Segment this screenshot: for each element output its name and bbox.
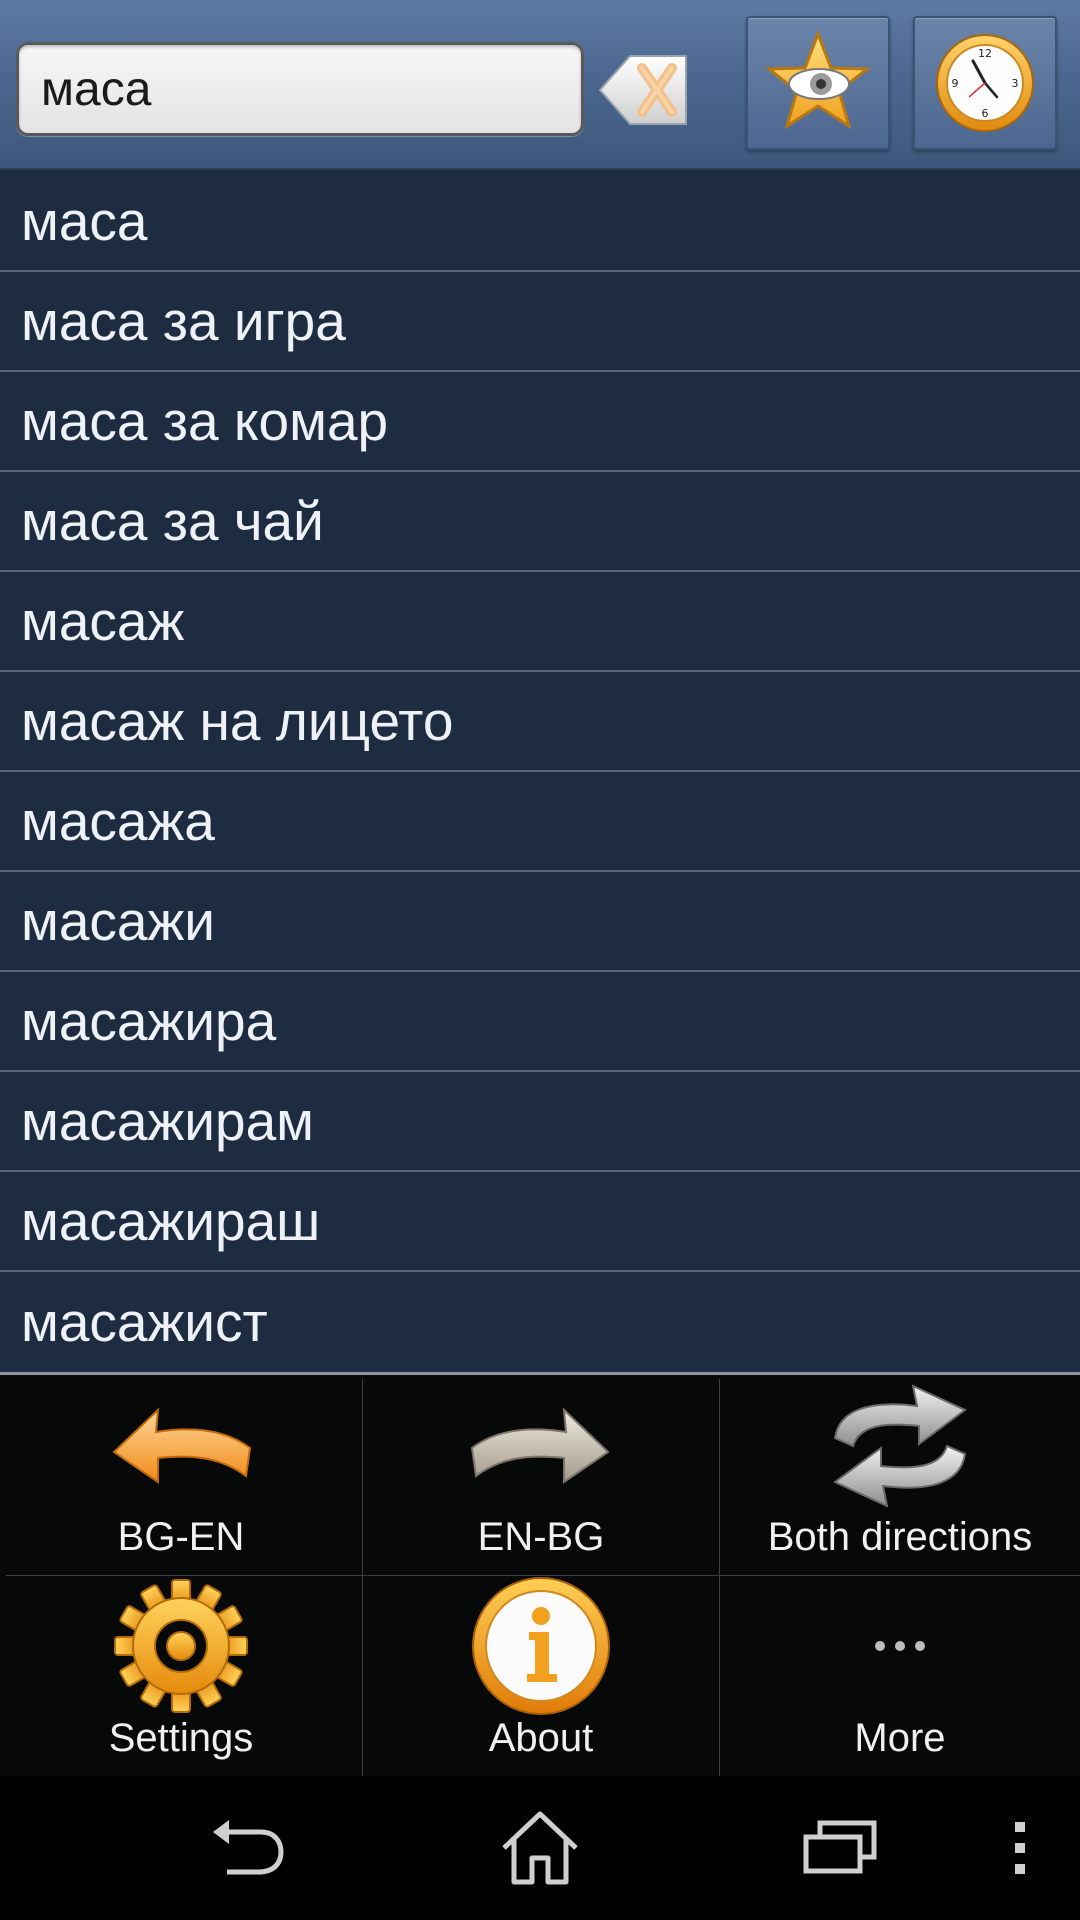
list-item[interactable]: масажирам: [0, 1072, 1080, 1172]
search-input[interactable]: [41, 61, 581, 117]
list-item[interactable]: масажа: [0, 772, 1080, 872]
list-item[interactable]: масажи: [0, 872, 1080, 972]
menu-label-about: About: [488, 1716, 594, 1760]
menu-item-en-bg[interactable]: EN-BG: [363, 1375, 719, 1575]
options-menu: BG-EN EN-BG Both directions Settings Abo…: [0, 1372, 1080, 1920]
arrow-left-icon: [112, 1407, 252, 1484]
list-item[interactable]: маса: [0, 172, 1080, 272]
search-box[interactable]: [16, 42, 584, 136]
info-icon: [472, 1577, 610, 1715]
menu-row-directions: BG-EN EN-BG Both directions: [0, 1375, 1080, 1775]
menu-row-app: Settings About More: [0, 1576, 1080, 1920]
overflow-menu-icon: [1015, 1822, 1025, 1874]
menu-label-bg-en: BG-EN: [117, 1515, 245, 1559]
back-icon: [213, 1820, 284, 1875]
recent-apps-button[interactable]: [785, 1776, 895, 1920]
star-eye-icon: [764, 29, 872, 130]
menu-label-more: More: [854, 1716, 946, 1760]
list-item[interactable]: масажира: [0, 972, 1080, 1072]
svg-text:3: 3: [1012, 77, 1019, 90]
word-list[interactable]: маса маса за игра маса за комар маса за чай…: [0, 172, 1080, 1370]
favorites-button[interactable]: [746, 16, 890, 150]
list-item[interactable]: масажист: [0, 1272, 1080, 1370]
home-icon: [502, 1811, 578, 1885]
svg-text:6: 6: [982, 107, 989, 120]
back-button[interactable]: [190, 1776, 300, 1920]
history-button[interactable]: 12 3 6 9: [913, 16, 1057, 150]
list-item[interactable]: масаж на лицето: [0, 672, 1080, 772]
arrow-right-icon: [470, 1407, 610, 1484]
list-item[interactable]: маса за игра: [0, 272, 1080, 372]
menu-item-settings[interactable]: Settings: [0, 1576, 362, 1776]
list-item[interactable]: масажираш: [0, 1172, 1080, 1272]
svg-text:12: 12: [978, 47, 992, 60]
recent-apps-icon: [803, 1820, 877, 1874]
home-button[interactable]: [485, 1776, 595, 1920]
overflow-menu-button[interactable]: [990, 1776, 1050, 1920]
menu-item-more[interactable]: More: [720, 1576, 1080, 1776]
menu-item-bg-en[interactable]: BG-EN: [0, 1375, 362, 1575]
menu-label-settings: Settings: [108, 1716, 254, 1760]
swap-arrows-icon: [833, 1384, 967, 1508]
clear-x-icon: [598, 55, 687, 125]
svg-text:9: 9: [952, 77, 959, 90]
list-item[interactable]: маса за комар: [0, 372, 1080, 472]
menu-label-en-bg: EN-BG: [477, 1515, 605, 1559]
list-item[interactable]: масаж: [0, 572, 1080, 672]
list-item[interactable]: маса за чай: [0, 472, 1080, 572]
more-dots-icon: [875, 1641, 925, 1651]
gear-icon: [114, 1579, 248, 1713]
menu-item-both-directions[interactable]: Both directions: [720, 1375, 1080, 1575]
clock-icon: 12 3 6 9: [936, 34, 1034, 132]
clear-button[interactable]: [596, 50, 692, 130]
menu-item-about[interactable]: About: [363, 1576, 719, 1776]
top-bar: 12 3 6 9: [0, 0, 1080, 170]
navigation-bar: [0, 1776, 1080, 1920]
menu-label-both-directions: Both directions: [767, 1515, 1033, 1559]
